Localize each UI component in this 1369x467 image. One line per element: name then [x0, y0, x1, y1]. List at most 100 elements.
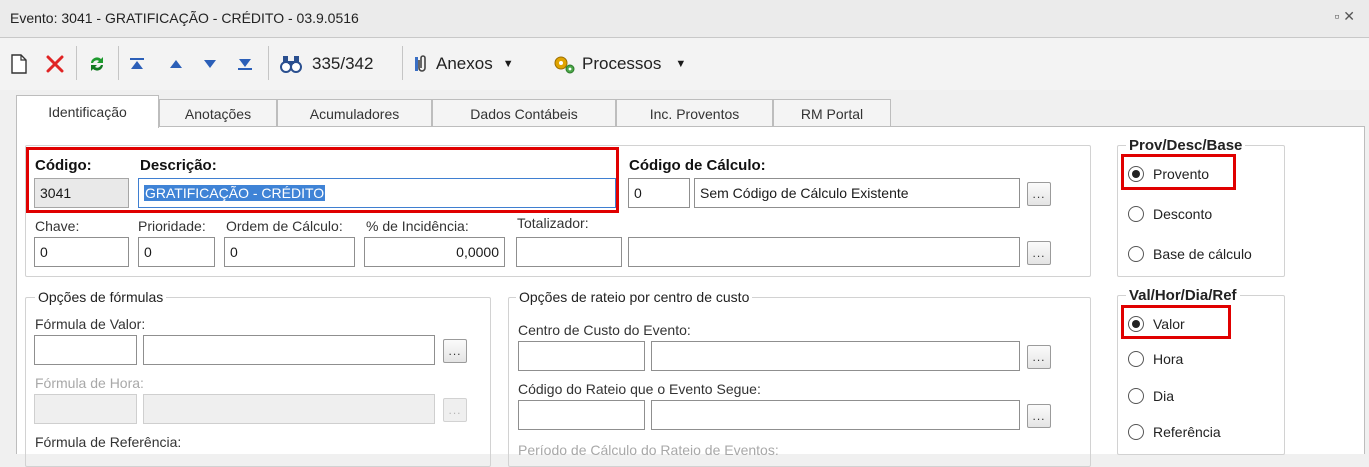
next-record-button[interactable] — [198, 50, 222, 78]
formula-options-group: Opções de fórmulas Fórmula de Valor: ...… — [25, 289, 491, 467]
radio-unselected-icon — [1128, 424, 1144, 440]
radio-desconto[interactable]: Desconto — [1128, 206, 1212, 222]
toolbar-separator — [268, 46, 269, 80]
radio-valor[interactable]: Valor — [1128, 316, 1185, 332]
incidencia-field[interactable]: 0,0000 — [364, 237, 505, 267]
tab-anotacoes[interactable]: Anotações — [159, 99, 277, 127]
paperclip-icon — [415, 55, 426, 72]
toolbar-separator — [118, 46, 119, 80]
radio-unselected-icon — [1128, 246, 1144, 262]
periodo-rateio-label: Período de Cálculo do Rateio de Eventos: — [518, 442, 779, 458]
formula-hora-label: Fórmula de Hora: — [35, 375, 144, 391]
formula-hora-lookup-button[interactable]: ... — [443, 398, 467, 422]
radio-hora[interactable]: Hora — [1128, 351, 1183, 367]
arrow-down-icon — [204, 60, 216, 68]
last-record-button[interactable] — [232, 50, 258, 78]
processes-menu-button[interactable]: Processos ▼ — [552, 50, 712, 78]
prov-desc-base-legend: Prov/Desc/Base — [1126, 137, 1246, 154]
last-record-icon — [238, 59, 252, 70]
totalizador-lookup-button[interactable]: ... — [1027, 241, 1051, 265]
first-record-button[interactable] — [124, 50, 150, 78]
descricao-field[interactable]: GRATIFICAÇÃO - CRÉDITO — [138, 178, 616, 208]
formula-valor-lookup-button[interactable]: ... — [443, 339, 467, 363]
radio-referencia[interactable]: Referência — [1128, 424, 1221, 440]
refresh-icon — [91, 57, 103, 71]
binoculars-icon — [280, 56, 302, 73]
prioridade-label: Prioridade: — [138, 218, 206, 234]
attachments-label: Anexos — [436, 54, 493, 73]
chave-field[interactable]: 0 — [34, 237, 129, 267]
radio-base-calculo-label: Base de cálculo — [1153, 246, 1252, 262]
chevron-down-icon: ▼ — [675, 58, 687, 70]
identification-group: Código: 3041 Descrição: GRATIFICAÇÃO - C… — [25, 145, 1091, 277]
formula-valor-description-field[interactable] — [143, 335, 435, 365]
chave-label: Chave: — [35, 218, 80, 234]
prioridade-field[interactable]: 0 — [138, 237, 215, 267]
tab-dados-contabeis[interactable]: Dados Contábeis — [432, 99, 616, 127]
tab-rm-portal[interactable]: RM Portal — [773, 99, 891, 127]
incidencia-label: % de Incidência: — [366, 218, 469, 234]
tab-inc-proventos[interactable]: Inc. Proventos — [616, 99, 773, 127]
radio-selected-icon — [1128, 166, 1144, 182]
radio-valor-label: Valor — [1153, 316, 1185, 332]
tab-acumuladores[interactable]: Acumuladores — [277, 99, 432, 127]
totalizador-description-field[interactable] — [628, 237, 1020, 267]
radio-base-calculo[interactable]: Base de cálculo — [1128, 246, 1252, 262]
descricao-label: Descrição: — [140, 157, 217, 174]
tab-identificacao[interactable]: Identificação — [16, 95, 159, 128]
centro-custo-code-field[interactable] — [518, 341, 645, 371]
record-counter: 335/342 — [312, 50, 392, 78]
ordem-calculo-label: Ordem de Cálculo: — [226, 218, 343, 234]
gears-icon — [554, 56, 575, 74]
formula-options-legend: Opções de fórmulas — [35, 289, 167, 305]
codigo-label: Código: — [35, 157, 92, 174]
val-hor-dia-ref-legend: Val/Hor/Dia/Ref — [1126, 287, 1240, 304]
codigo-calculo-label: Código de Cálculo: — [629, 157, 766, 174]
radio-unselected-icon — [1128, 388, 1144, 404]
codigo-rateio-label: Código do Rateio que o Evento Segue: — [518, 381, 761, 397]
radio-referencia-label: Referência — [1153, 424, 1221, 440]
formula-hora-description-field[interactable] — [143, 394, 435, 424]
codigo-calculo-description-field[interactable]: Sem Código de Cálculo Existente — [694, 178, 1020, 208]
toolbar-separator — [402, 46, 403, 80]
search-button[interactable] — [276, 50, 306, 78]
delete-record-button[interactable] — [42, 50, 68, 78]
radio-selected-icon — [1128, 316, 1144, 332]
chevron-down-icon: ▼ — [502, 58, 514, 70]
first-record-icon — [130, 58, 144, 69]
radio-provento-label: Provento — [1153, 166, 1210, 182]
record-counter-text: 335/342 — [312, 54, 374, 73]
new-record-button[interactable] — [8, 50, 30, 78]
delete-x-icon — [46, 55, 64, 73]
formula-valor-code-field[interactable] — [34, 335, 137, 365]
attachments-menu-button[interactable]: Anexos ▼ — [414, 50, 544, 78]
codigo-field[interactable]: 3041 — [34, 178, 129, 208]
previous-record-button[interactable] — [164, 50, 188, 78]
formula-valor-label: Fórmula de Valor: — [35, 316, 146, 332]
prov-desc-base-group: Prov/Desc/Base Provento Desconto Base de… — [1117, 137, 1285, 277]
window-titlebar: Evento: 3041 - GRATIFICAÇÃO - CRÉDITO - … — [0, 0, 1369, 38]
processes-label: Processos — [582, 54, 662, 73]
codigo-calculo-lookup-button[interactable]: ... — [1027, 182, 1051, 206]
window-controls-icon[interactable]: ▫ ✕ — [1334, 8, 1355, 25]
ordem-calculo-field[interactable]: 0 — [224, 237, 355, 267]
radio-dia[interactable]: Dia — [1128, 388, 1174, 404]
toolbar-separator — [76, 46, 77, 80]
radio-dia-label: Dia — [1153, 388, 1175, 404]
rateio-options-legend: Opções de rateio por centro de custo — [516, 289, 753, 305]
codigo-rateio-lookup-button[interactable]: ... — [1027, 404, 1051, 428]
centro-custo-lookup-button[interactable]: ... — [1027, 345, 1051, 369]
formula-hora-code-field[interactable] — [34, 394, 137, 424]
identificacao-panel: Código: 3041 Descrição: GRATIFICAÇÃO - C… — [16, 126, 1365, 467]
codigo-rateio-code-field[interactable] — [518, 400, 645, 430]
toolbar: 335/342 Anexos ▼ Processos ▼ — [0, 38, 1369, 90]
refresh-button[interactable] — [84, 50, 110, 78]
codigo-calculo-field[interactable]: 0 — [628, 178, 690, 208]
codigo-rateio-description-field[interactable] — [651, 400, 1020, 430]
arrow-up-icon — [170, 60, 182, 68]
totalizador-code-field[interactable] — [516, 237, 622, 267]
radio-provento[interactable]: Provento — [1128, 166, 1209, 182]
centro-custo-label: Centro de Custo do Evento: — [518, 322, 691, 338]
centro-custo-description-field[interactable] — [651, 341, 1020, 371]
totalizador-label: Totalizador: — [517, 215, 589, 231]
